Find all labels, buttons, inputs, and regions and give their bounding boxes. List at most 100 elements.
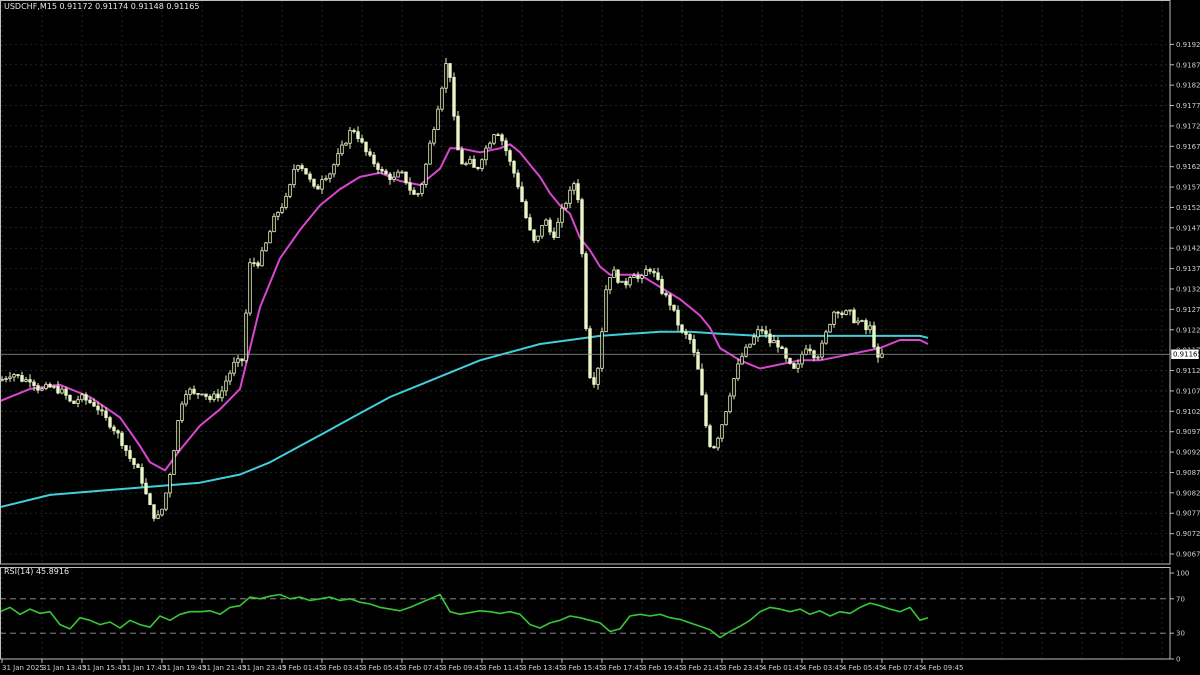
candle-body: [468, 158, 472, 165]
candle-body: [704, 394, 708, 427]
background: [0, 0, 1200, 675]
price-tick-label: 0.91575: [1176, 184, 1200, 192]
candle-body: [276, 211, 280, 217]
candle-body: [672, 304, 676, 311]
candle-body: [440, 87, 444, 110]
candle-body: [368, 151, 372, 156]
candle-body: [620, 280, 624, 283]
candle-body: [144, 482, 148, 495]
candle-body: [452, 77, 456, 117]
candle-body: [372, 154, 376, 165]
candle-body: [296, 165, 300, 170]
candle-body: [180, 403, 184, 421]
candle-body: [232, 361, 236, 374]
candle-body: [428, 142, 432, 165]
price-tick-label: 0.90925: [1176, 449, 1200, 457]
candle-body: [292, 168, 296, 186]
candle-body: [684, 331, 688, 335]
candle-body: [856, 320, 860, 324]
price-tick-label: 0.90825: [1176, 489, 1200, 497]
price-tick-label: 0.91425: [1176, 245, 1200, 253]
time-tick-label: 31 Jan 13:45: [42, 664, 86, 672]
candle-body: [480, 159, 484, 169]
candle-body: [744, 346, 748, 357]
time-tick-label: 31 Jan 17:45: [122, 664, 166, 672]
candle-body: [688, 333, 692, 340]
price-tick-label: 0.91525: [1176, 204, 1200, 212]
candle-body: [172, 450, 176, 475]
candle-body: [288, 184, 292, 197]
candle-body: [464, 163, 468, 166]
candle-body: [384, 170, 388, 175]
price-tick-label: 0.91375: [1176, 265, 1200, 273]
candle-body: [152, 504, 156, 519]
time-tick-label: 4 Feb 01:45: [762, 664, 803, 672]
candle-body: [272, 215, 276, 233]
candle-body: [208, 396, 212, 400]
candle-body: [360, 138, 364, 143]
price-tick-label: 0.91075: [1176, 387, 1200, 395]
candle-body: [136, 464, 140, 468]
candle-body: [868, 325, 872, 331]
candle-body: [828, 323, 832, 333]
candle-body: [404, 171, 408, 184]
candle-body: [392, 176, 396, 180]
time-tick-label: 31 Jan 19:45: [162, 664, 206, 672]
candle-body: [592, 377, 596, 385]
candle-body: [352, 129, 356, 133]
candle-body: [748, 343, 752, 348]
candle-body: [312, 178, 316, 187]
time-tick-label: 3 Feb 19:45: [642, 664, 683, 672]
candle-body: [580, 199, 584, 255]
symbol-header: USDCHF,M15 0.91172 0.91174 0.91148 0.911…: [4, 2, 199, 11]
candle-body: [492, 134, 496, 144]
candle-body: [220, 390, 224, 399]
candle-body: [864, 320, 868, 331]
candle-body: [304, 168, 308, 175]
time-tick-label: 3 Feb 23:45: [722, 664, 763, 672]
candle-body: [204, 393, 208, 397]
rsi-tick-label: 70: [1176, 595, 1185, 603]
candle-body: [652, 270, 656, 274]
rsi-tick-label: 100: [1176, 570, 1189, 578]
price-tick-label: 0.91225: [1176, 326, 1200, 334]
candle-body: [824, 331, 828, 344]
candle-body: [68, 394, 72, 402]
price-tick-label: 0.91775: [1176, 102, 1200, 110]
candle-body: [536, 235, 540, 241]
time-tick-label: 3 Feb 13:45: [522, 664, 563, 672]
candle-body: [8, 376, 12, 379]
candle-body: [164, 492, 168, 510]
candle-body: [476, 166, 480, 169]
candle-body: [52, 385, 56, 388]
candle-body: [104, 410, 108, 419]
candle-body: [576, 183, 580, 201]
candle-body: [716, 437, 720, 449]
candle-body: [656, 272, 660, 280]
candle-body: [60, 388, 64, 394]
candle-body: [648, 269, 652, 272]
candle-body: [732, 378, 736, 397]
candle-body: [800, 354, 804, 365]
candle-body: [100, 409, 104, 412]
candle-body: [12, 374, 16, 378]
current-price: 0.91165: [1170, 348, 1200, 360]
time-tick-label: 3 Feb 09:45: [442, 664, 483, 672]
candle-body: [572, 183, 576, 191]
candle-body: [112, 426, 116, 432]
candle-body: [556, 221, 560, 238]
candle-body: [56, 385, 60, 394]
time-tick-label: 3 Feb 21:45: [682, 664, 723, 672]
candle-body: [140, 467, 144, 484]
candle-body: [840, 312, 844, 315]
candle-body: [244, 312, 248, 362]
candle-body: [608, 277, 612, 291]
candle-body: [176, 420, 180, 452]
candle-body: [600, 331, 604, 369]
candle-body: [728, 395, 732, 413]
candle-body: [388, 173, 392, 180]
candle-body: [316, 185, 320, 190]
candle-body: [192, 388, 196, 394]
time-tick-label: 3 Feb 03:45: [322, 664, 363, 672]
candle-body: [724, 411, 728, 426]
